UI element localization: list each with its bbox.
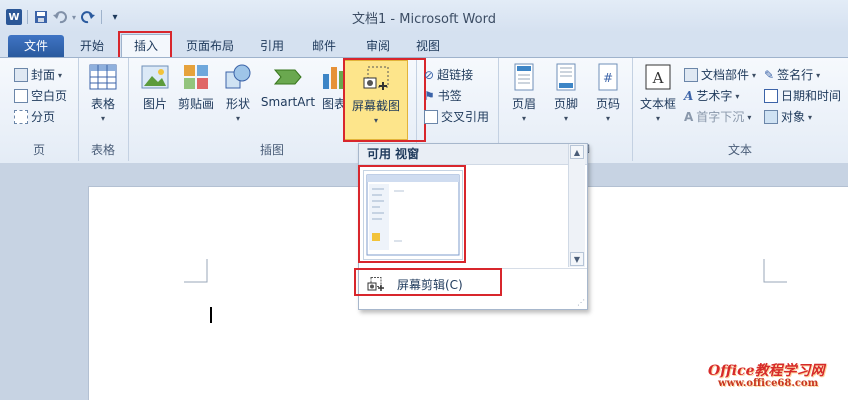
cover-page-button[interactable]: 封面 ▾ [14, 66, 62, 83]
textbox-button[interactable]: A 文本框 ▾ [638, 62, 678, 123]
chevron-down-icon: ▾ [816, 71, 821, 80]
chevron-down-icon: ▾ [735, 92, 740, 101]
table-icon [89, 64, 117, 90]
picture-icon [141, 65, 169, 89]
tab-view[interactable]: 视图 [410, 35, 446, 57]
screen-clipping-label: 屏幕剪辑(C) [397, 277, 463, 292]
chevron-down-icon: ▾ [100, 114, 105, 123]
clipart-button[interactable]: 剪贴画 [178, 62, 214, 112]
chevron-down-icon: ▾ [521, 114, 526, 123]
signature-line-icon: ✎ [764, 67, 775, 82]
header-icon [514, 63, 534, 91]
tab-insert[interactable]: 插入 [121, 34, 171, 58]
page-break-icon [14, 109, 28, 124]
page-break-button[interactable]: 分页 [14, 108, 55, 125]
wordart-button[interactable]: A 艺术字 ▾ [684, 87, 739, 104]
drop-cap-icon: A [684, 109, 694, 124]
thumbnail-scrollbar[interactable]: ▲ ▼ [568, 144, 585, 267]
ribbon-tabs: 文件 开始 插入 页面布局 引用 邮件 审阅 视图 [0, 32, 848, 58]
cross-reference-icon [424, 109, 438, 124]
wordart-icon: A [684, 88, 694, 103]
date-time-button[interactable]: 日期和时间 [764, 87, 841, 104]
tab-mailings[interactable]: 邮件 [306, 35, 342, 57]
screenshot-icon [363, 66, 389, 90]
site-watermark: Office教程学习网 www.office68.com [708, 360, 825, 389]
window-preview-icon [366, 174, 460, 256]
window-title: 文档1 - Microsoft Word [352, 12, 496, 27]
group-label-tables: 表格 [90, 143, 115, 157]
textbox-icon: A [645, 64, 671, 90]
smartart-icon [273, 69, 302, 85]
tab-file[interactable]: 文件 [8, 35, 64, 57]
watermark-main-text: Office教程学习网 [708, 363, 825, 379]
available-windows-header: 可用 视窗 [359, 144, 587, 165]
tab-review[interactable]: 审阅 [360, 35, 396, 57]
chevron-down-icon: ▾ [752, 71, 757, 80]
title-bar: W ▾ ▾ 文档1 - Microsoft Word [0, 0, 848, 32]
cover-page-icon [14, 67, 28, 82]
footer-icon [556, 63, 576, 91]
footer-button[interactable]: 页脚 ▾ [548, 62, 584, 123]
watermark-url: www.office68.com [718, 378, 819, 389]
screen-clipping-menu-item[interactable]: 屏幕剪辑(C) [367, 274, 463, 294]
chevron-down-icon: ▾ [808, 113, 813, 122]
chevron-down-icon: ▾ [563, 114, 568, 123]
page-number-button[interactable]: # 页码 ▾ [590, 62, 626, 123]
object-button[interactable]: 对象 ▾ [764, 108, 812, 125]
chevron-down-icon: ▾ [235, 114, 240, 123]
blank-page-button[interactable]: 空白页 [14, 87, 67, 104]
date-time-icon [764, 88, 778, 103]
window-thumbnail[interactable] [363, 170, 463, 260]
group-text: A 文本框 ▾ 文档部件 ▾ A 艺术字 ▾ A 首字下沉 ▾ ✎ 签名行 ▾ … [632, 58, 848, 161]
chevron-down-icon: ▾ [747, 113, 752, 122]
resize-grip-icon[interactable]: ⋰ [577, 298, 585, 307]
smartart-button[interactable]: SmartArt [260, 62, 316, 109]
scroll-down-icon[interactable]: ▼ [570, 252, 584, 266]
header-button[interactable]: 页眉 ▾ [506, 62, 542, 123]
screen-clipping-icon [367, 277, 384, 291]
chevron-down-icon: ▾ [605, 114, 610, 123]
hyperlink-icon: ⊘ [424, 67, 435, 82]
text-cursor [210, 307, 212, 323]
hyperlink-button[interactable]: ⊘ 超链接 [424, 66, 473, 83]
screenshot-button[interactable]: 屏幕截图 ▾ [344, 60, 408, 140]
svg-text:A: A [652, 69, 664, 87]
drop-cap-button[interactable]: A 首字下沉 ▾ [684, 108, 751, 125]
table-button[interactable]: 表格 ▾ [87, 62, 119, 123]
tab-page-layout[interactable]: 页面布局 [178, 35, 242, 57]
object-icon [764, 109, 778, 124]
picture-button[interactable]: 图片 [140, 62, 170, 112]
group-tables: 表格 ▾ 表格 [78, 58, 129, 161]
bookmark-button[interactable]: ⚑ 书签 [424, 87, 462, 104]
group-label-pages: 页 [32, 143, 45, 157]
blank-page-icon [14, 88, 28, 103]
signature-line-button[interactable]: ✎ 签名行 ▾ [764, 66, 820, 83]
quick-parts-button[interactable]: 文档部件 ▾ [684, 66, 756, 83]
shapes-icon [225, 64, 251, 89]
screenshot-dropdown: 可用 视窗 ▲ ▼ 屏幕剪辑(C) ⋰ [358, 143, 588, 310]
svg-text:#: # [603, 71, 613, 85]
bookmark-icon: ⚑ [424, 88, 435, 103]
group-pages: 封面 ▾ 空白页 分页 页 [0, 58, 79, 161]
group-label-text: 文本 [727, 143, 752, 157]
margin-corner-top-left [184, 259, 208, 283]
page-number-icon: # [598, 63, 618, 91]
chevron-down-icon: ▾ [58, 71, 63, 80]
dropdown-divider [359, 268, 587, 269]
clipart-icon [184, 65, 208, 89]
chevron-down-icon: ▾ [655, 114, 660, 123]
quick-parts-icon [684, 67, 698, 82]
cross-reference-button[interactable]: 交叉引用 [424, 108, 489, 125]
shapes-button[interactable]: 形状 ▾ [223, 62, 253, 123]
tab-home[interactable]: 开始 [72, 35, 112, 57]
scroll-up-icon[interactable]: ▲ [570, 145, 584, 159]
tab-references[interactable]: 引用 [254, 35, 290, 57]
chevron-down-icon: ▾ [373, 116, 378, 125]
margin-corner-top-right [763, 259, 787, 283]
